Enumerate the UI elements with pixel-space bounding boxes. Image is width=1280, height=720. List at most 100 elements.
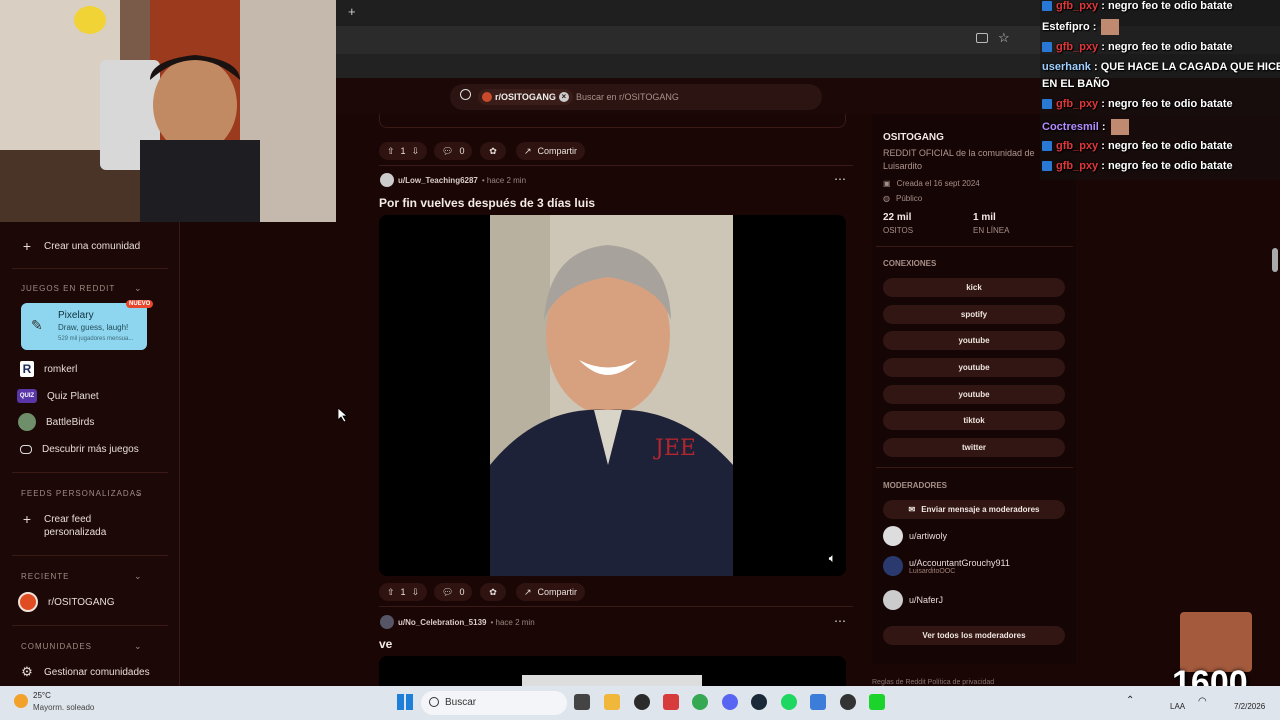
connection-youtube[interactable]: youtube bbox=[883, 385, 1065, 404]
manage-communities-link[interactable]: ⚙ Gestionar comunidades bbox=[20, 662, 149, 682]
vote-count: 1 bbox=[400, 146, 406, 156]
chevron-down-icon[interactable]: ⌄ bbox=[134, 283, 142, 294]
create-feed-label: Crear feed personalizada bbox=[44, 514, 107, 538]
chrome-icon[interactable] bbox=[692, 694, 708, 710]
vote-control[interactable]: ⇧ 1 ⇩ bbox=[379, 142, 428, 160]
bookmark-star-icon[interactable]: ☆ bbox=[998, 30, 1010, 46]
search-icon bbox=[460, 89, 471, 100]
share-button[interactable]: ↗ Compartir bbox=[516, 583, 586, 601]
more-options-icon[interactable]: ⋯ bbox=[834, 172, 846, 186]
chat-separator: : bbox=[1098, 41, 1108, 53]
post-author[interactable]: u/No_Celebration_5139 bbox=[398, 618, 486, 627]
message-mods-button[interactable]: ✉ Enviar mensaje a moderadores bbox=[883, 500, 1065, 519]
featured-game-card[interactable]: ✎ Pixelary Draw, guess, laugh! 529 mil j… bbox=[21, 303, 147, 350]
online-label: EN LÍNEA bbox=[973, 226, 1010, 235]
post-image[interactable] bbox=[379, 656, 846, 686]
moderator-item[interactable]: u/NaferJ bbox=[883, 590, 943, 610]
obs-icon[interactable] bbox=[634, 694, 650, 710]
chat-message: Estefipro : bbox=[1042, 19, 1120, 35]
upvote-icon[interactable]: ⇧ bbox=[387, 587, 395, 598]
windows-start-icon[interactable] bbox=[397, 694, 413, 710]
chat-message: Coctresmil : bbox=[1042, 119, 1129, 135]
scrollbar-thumb[interactable] bbox=[1272, 248, 1278, 272]
date-label[interactable]: 7/2/2026 bbox=[1234, 702, 1265, 711]
game-label: romkerl bbox=[44, 363, 78, 375]
post-title[interactable]: ve bbox=[379, 637, 392, 651]
create-community-link[interactable]: + Crear una comunidad bbox=[20, 236, 140, 256]
feeds-section-header[interactable]: FEEDS PERSONALIZADAS bbox=[21, 489, 142, 498]
chat-platform-icon bbox=[1042, 141, 1052, 152]
weather-icon[interactable] bbox=[14, 694, 28, 708]
chat-text: negro feo te odio batate bbox=[1107, 0, 1233, 12]
lang-indicator[interactable]: LAA bbox=[1170, 702, 1185, 711]
view-all-mods-button[interactable]: Ver todos los moderadores bbox=[883, 626, 1065, 645]
upvote-icon[interactable]: ⇧ bbox=[387, 146, 395, 157]
app-icon[interactable] bbox=[840, 694, 856, 710]
comments-button[interactable]: 💬︎ 0 bbox=[434, 142, 473, 160]
community-search-chip[interactable]: r/OSITOGANG × bbox=[478, 89, 573, 105]
community-name: OSITOGANG bbox=[883, 132, 944, 143]
game-item-battlebirds[interactable]: BattleBirds bbox=[18, 412, 95, 432]
created-date: ▣ Creada el 16 sept 2024 bbox=[883, 179, 980, 188]
clear-chip-icon[interactable]: × bbox=[558, 92, 569, 102]
recent-item-ositogang[interactable]: r/OSITOGANG bbox=[18, 592, 115, 612]
user-avatar[interactable] bbox=[380, 615, 394, 629]
downvote-icon[interactable]: ⇩ bbox=[412, 587, 420, 598]
kick-icon[interactable] bbox=[869, 694, 885, 710]
chevron-down-icon[interactable]: ⌄ bbox=[134, 488, 142, 499]
mod-name: u/NaferJ bbox=[909, 595, 944, 605]
install-icon[interactable] bbox=[976, 33, 988, 43]
post-image[interactable]: JEE 🔈︎ bbox=[379, 215, 846, 576]
downvote-icon[interactable]: ⇩ bbox=[412, 146, 420, 157]
connection-youtube[interactable]: youtube bbox=[883, 358, 1065, 377]
vote-control[interactable]: ⇧ 1 ⇩ bbox=[379, 583, 428, 601]
chip-label: r/OSITOGANG bbox=[495, 92, 556, 102]
chevron-down-icon[interactable]: ⌄ bbox=[134, 571, 142, 582]
post-author[interactable]: u/Low_Teaching6287 bbox=[398, 176, 478, 185]
connection-twitter[interactable]: twitter bbox=[883, 438, 1065, 457]
connection-tiktok[interactable]: tiktok bbox=[883, 411, 1065, 430]
wifi-icon[interactable]: ◠ bbox=[1198, 696, 1207, 707]
file-explorer-icon[interactable] bbox=[604, 694, 620, 710]
game-label: BattleBirds bbox=[46, 416, 95, 428]
recent-section-header[interactable]: RECIENTE bbox=[21, 572, 69, 581]
created-label: Creada el 16 sept 2024 bbox=[896, 179, 980, 188]
post-title[interactable]: Por fin vuelves después de 3 días luis bbox=[379, 196, 595, 210]
moderator-item[interactable]: u/artiwoly bbox=[883, 526, 947, 546]
games-section-header[interactable]: JUEGOS EN REDDIT bbox=[21, 284, 115, 293]
connection-kick[interactable]: kick bbox=[883, 278, 1065, 297]
notepad-icon[interactable] bbox=[810, 694, 826, 710]
mute-icon[interactable]: 🔈︎ bbox=[829, 551, 836, 566]
divider bbox=[12, 472, 168, 473]
award-button[interactable]: ✿ bbox=[480, 583, 506, 601]
game-item-romkerl[interactable]: R romkerl bbox=[20, 359, 77, 379]
chat-username: Estefipro bbox=[1042, 20, 1090, 33]
award-button[interactable]: ✿ bbox=[480, 142, 506, 160]
weather-temp[interactable]: 25°C bbox=[33, 691, 51, 700]
task-view-icon[interactable] bbox=[574, 694, 590, 710]
mail-icon: ✉ bbox=[908, 505, 916, 514]
moderator-item[interactable]: u/AccountantGrouchy911 LuisarditoOOC bbox=[883, 556, 1010, 576]
comments-button[interactable]: 💬︎ 0 bbox=[434, 583, 473, 601]
visibility: ◍ Público bbox=[883, 194, 922, 203]
game-item-quiz-planet[interactable]: QUIZ Quiz Planet bbox=[17, 386, 99, 406]
app-icon[interactable] bbox=[663, 694, 679, 710]
connection-youtube[interactable]: youtube bbox=[883, 331, 1065, 350]
user-avatar[interactable] bbox=[380, 173, 394, 187]
taskbar-search[interactable]: Buscar bbox=[421, 691, 567, 715]
new-tab-button[interactable]: + bbox=[348, 4, 356, 19]
chat-username: gfb_pxy bbox=[1056, 0, 1099, 12]
steam-icon[interactable] bbox=[751, 694, 767, 710]
chevron-up-icon[interactable]: ⌃ bbox=[1126, 695, 1134, 706]
discord-icon[interactable] bbox=[722, 694, 738, 710]
connection-spotify[interactable]: spotify bbox=[883, 305, 1065, 324]
weather-desc[interactable]: Mayorm. soleado bbox=[33, 703, 94, 712]
share-button[interactable]: ↗ Compartir bbox=[516, 142, 586, 160]
chevron-down-icon[interactable]: ⌄ bbox=[134, 641, 142, 652]
spotify-icon[interactable] bbox=[781, 694, 797, 710]
footer-links[interactable]: Reglas de Reddit Política de privacidad bbox=[872, 679, 994, 686]
more-options-icon[interactable]: ⋯ bbox=[834, 614, 846, 628]
communities-section-header[interactable]: COMUNIDADES bbox=[21, 642, 92, 651]
discover-games-link[interactable]: Descubrir más juegos bbox=[20, 439, 139, 459]
create-feed-link[interactable]: + Crear feed personalizada bbox=[20, 512, 124, 539]
